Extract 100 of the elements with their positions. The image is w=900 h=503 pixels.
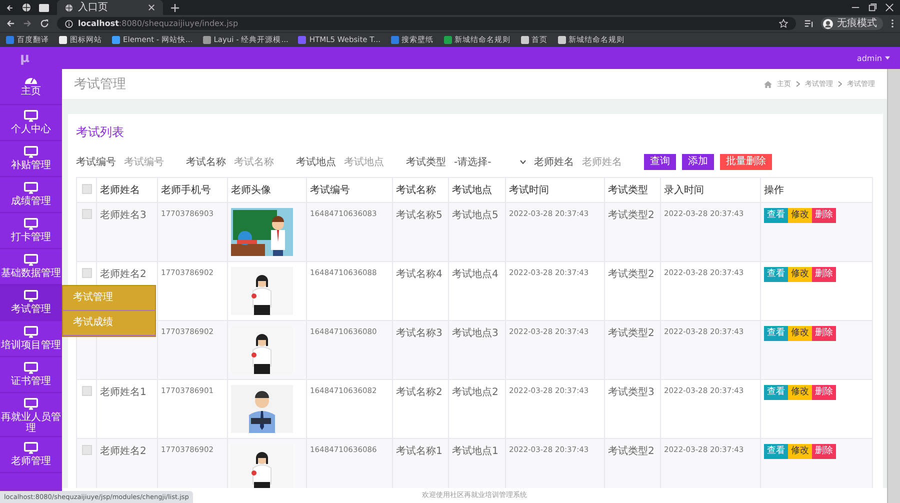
bookmark-icon xyxy=(59,36,67,44)
row-action-button[interactable]: 查看 xyxy=(764,326,788,341)
table-cell: 老师姓名2 xyxy=(100,446,146,457)
avatar-icon xyxy=(823,18,833,28)
batch-delete-button[interactable]: 批量删除 xyxy=(720,154,772,170)
table-cell: 老师姓名2 xyxy=(100,269,146,280)
monitor-icon xyxy=(24,182,38,194)
table-cell: 考试名称1 xyxy=(396,446,442,457)
row-action-button[interactable]: 删除 xyxy=(812,208,836,223)
table-cell: 老师姓名3 xyxy=(100,210,146,221)
chevron-icon xyxy=(796,81,800,87)
address-field[interactable]: localhost:8080/shequzaijiuye/index.jsp xyxy=(57,17,796,30)
table-cell: 考试类型2 xyxy=(608,269,654,280)
filter-label: 考试编号 xyxy=(76,156,116,169)
sidebar-item[interactable]: 主页 xyxy=(0,69,62,105)
row-action-button[interactable]: 修改 xyxy=(788,267,812,282)
table-cell: 考试类型2 xyxy=(608,328,654,339)
table-cell: 考试地点5 xyxy=(452,210,498,221)
table-cell: 考试名称3 xyxy=(396,328,442,339)
back-icon[interactable] xyxy=(6,4,14,12)
info-icon xyxy=(65,20,73,28)
star-icon[interactable] xyxy=(779,19,788,28)
row-action-button[interactable]: 查看 xyxy=(764,267,788,282)
monitor-icon xyxy=(24,362,38,374)
column-header: 录入时间 xyxy=(660,178,760,202)
row-action-button[interactable]: 修改 xyxy=(788,444,812,459)
user-menu[interactable]: admin xyxy=(856,54,890,62)
filter-label: 老师姓名 xyxy=(534,156,574,169)
window-icon[interactable] xyxy=(39,4,49,12)
table-cell: 考试地点1 xyxy=(452,446,498,457)
checkbox[interactable] xyxy=(82,386,92,396)
close-icon[interactable] xyxy=(885,3,894,12)
media-icon[interactable] xyxy=(804,19,813,28)
row-action-button[interactable]: 查看 xyxy=(764,444,788,459)
monitor-icon xyxy=(24,146,38,158)
monitor-icon xyxy=(24,442,38,454)
more-icon[interactable] xyxy=(891,19,894,28)
checkbox[interactable] xyxy=(82,184,92,194)
filter-label: 考试地点 xyxy=(296,156,336,169)
globe-icon[interactable] xyxy=(22,3,31,12)
table-cell: 考试地点4 xyxy=(452,269,498,280)
filter-label: 考试类型 xyxy=(406,156,446,169)
row-action-button[interactable]: 删除 xyxy=(812,326,836,341)
row-action-button[interactable]: 删除 xyxy=(812,267,836,282)
tab-title: 入口页 xyxy=(78,2,109,14)
bookmark-icon xyxy=(558,36,566,44)
monitor-icon xyxy=(24,254,38,266)
bookmark-icon xyxy=(202,36,211,44)
bookmark-icon xyxy=(6,36,14,44)
table-cell: 考试地点3 xyxy=(452,328,498,339)
row-action-button[interactable]: 修改 xyxy=(788,326,812,341)
card-title: 考试列表 xyxy=(76,124,125,141)
action-button[interactable]: 查询 xyxy=(644,154,676,170)
chevron-icon xyxy=(838,81,842,87)
bookmark-icon xyxy=(444,36,452,44)
table-cell: 考试地点2 xyxy=(452,387,498,398)
reload-icon[interactable] xyxy=(40,19,49,28)
table-cell: 考试名称5 xyxy=(396,210,442,221)
row-action-button[interactable]: 修改 xyxy=(788,208,812,223)
browser-tab[interactable]: 入口页 xyxy=(57,0,163,15)
close-icon[interactable] xyxy=(148,4,155,11)
chevron-down-icon xyxy=(520,160,526,164)
table-cell: 考试名称2 xyxy=(396,387,442,398)
url-text: localhost:8080/shequzaijiuye/index.jsp xyxy=(78,19,238,28)
checkbox[interactable] xyxy=(82,209,92,219)
filter-label: 考试名称 xyxy=(186,156,226,169)
table-cell: 考试名称4 xyxy=(396,269,442,280)
plus-icon[interactable] xyxy=(171,4,179,12)
row-action-button[interactable]: 删除 xyxy=(812,444,836,459)
table-cell: 考试类型3 xyxy=(608,387,654,398)
monitor-icon xyxy=(24,110,38,122)
restore-icon[interactable] xyxy=(868,3,877,12)
page-title: 考试管理 xyxy=(74,76,126,93)
checkbox[interactable] xyxy=(82,445,92,455)
forward-icon[interactable] xyxy=(23,19,32,28)
select-field[interactable]: -请选择- xyxy=(452,153,528,171)
monitor-icon xyxy=(24,398,38,410)
row-action-button[interactable]: 查看 xyxy=(764,208,788,223)
home-icon xyxy=(764,80,772,88)
column-header: 操作 xyxy=(760,178,872,202)
caret-icon xyxy=(885,56,890,60)
row-action-button[interactable]: 查看 xyxy=(764,385,788,400)
profile-button[interactable]: 无痕模式 xyxy=(821,17,883,30)
bookmark-icon xyxy=(520,36,529,44)
sidebar-item[interactable]: 考试管理 xyxy=(0,285,62,321)
monitor-icon xyxy=(24,218,38,230)
logo: μ xyxy=(20,50,30,66)
back-icon[interactable] xyxy=(6,19,15,28)
bookmark-icon xyxy=(298,36,306,44)
table-cell: 考试类型2 xyxy=(608,446,654,457)
action-button[interactable]: 添加 xyxy=(682,154,714,170)
globe-icon xyxy=(65,4,73,12)
bookmark-icon xyxy=(390,36,399,44)
table-cell: 老师姓名1 xyxy=(100,387,146,398)
checkbox[interactable] xyxy=(82,268,92,278)
row-action-button[interactable]: 修改 xyxy=(788,385,812,400)
bookmark-icon xyxy=(112,36,120,44)
column-header: 考试时间 xyxy=(506,178,604,202)
row-action-button[interactable]: 删除 xyxy=(812,385,836,400)
monitor-icon xyxy=(24,290,38,302)
